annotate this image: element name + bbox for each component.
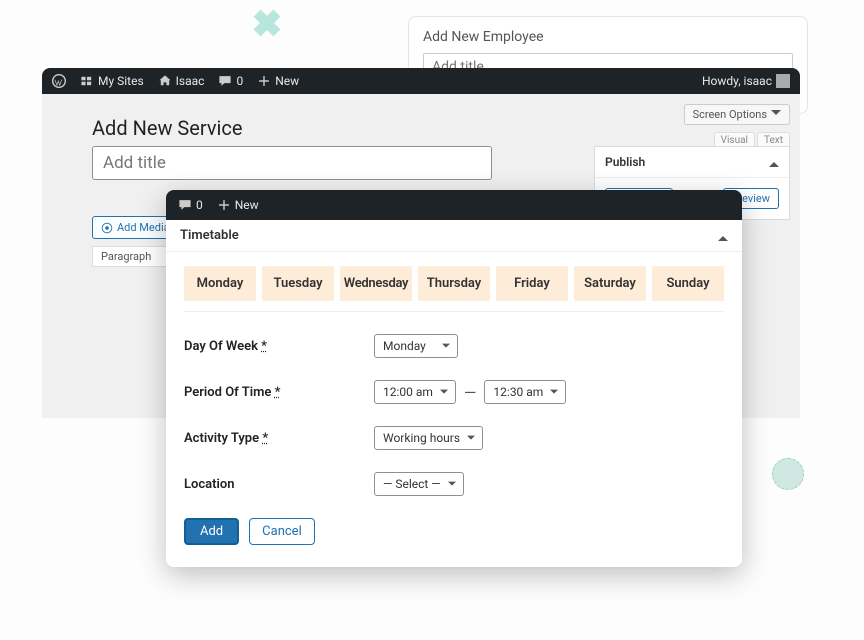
screen-options-label: Screen Options — [693, 108, 767, 121]
tt-comments-count: 0 — [196, 198, 203, 212]
screen-options-button[interactable]: Screen Options — [684, 104, 790, 125]
decorative-cross-icon — [252, 8, 282, 38]
day-of-week-select[interactable]: Monday — [374, 334, 458, 358]
location-label: Location — [184, 477, 374, 492]
publish-heading: Publish — [605, 155, 645, 169]
wp-logo-icon[interactable] — [52, 74, 66, 88]
cancel-button[interactable]: Cancel — [249, 518, 315, 545]
tab-tuesday[interactable]: Tuesday — [262, 266, 334, 301]
avatar-icon — [776, 74, 790, 88]
add-button[interactable]: Add — [184, 518, 239, 545]
tab-wednesday[interactable]: Wednesday — [340, 266, 412, 301]
timetable-heading: Timetable — [180, 228, 239, 243]
timetable-modal: 0 New Timetable Monday Tuesday Wednesday… — [166, 190, 742, 567]
time-from-select[interactable]: 12:00 am — [374, 380, 456, 404]
tt-comments-link[interactable]: 0 — [178, 198, 203, 212]
my-sites-link[interactable]: My Sites — [80, 74, 144, 88]
activity-select[interactable]: Working hours — [374, 426, 483, 450]
tt-new-link[interactable]: New — [217, 198, 259, 212]
location-select[interactable]: — Select — — [374, 472, 464, 496]
tab-thursday[interactable]: Thursday — [418, 266, 490, 301]
site-name-label: Isaac — [176, 74, 205, 88]
my-sites-label: My Sites — [98, 74, 144, 88]
day-of-week-label: Day Of Week * — [184, 339, 374, 354]
tab-saturday[interactable]: Saturday — [574, 266, 646, 301]
wp-adminbar: My Sites Isaac 0 New Howdy, isaac — [42, 68, 800, 94]
tt-new-label: New — [235, 198, 259, 212]
timetable-collapse-icon[interactable] — [718, 231, 728, 241]
comments-link[interactable]: 0 — [218, 74, 243, 88]
howdy-label: Howdy, isaac — [702, 74, 772, 88]
collapse-icon[interactable] — [769, 157, 779, 167]
service-title-placeholder: Add title — [103, 153, 166, 173]
howdy-user[interactable]: Howdy, isaac — [702, 74, 790, 88]
time-dash: — — [464, 383, 477, 402]
decorative-dot-icon — [772, 458, 804, 490]
new-link[interactable]: New — [257, 74, 299, 88]
paragraph-select[interactable]: Paragraph — [92, 246, 172, 267]
tab-sunday[interactable]: Sunday — [652, 266, 724, 301]
media-plus-icon — [101, 222, 113, 234]
period-label: Period Of Time * — [184, 385, 374, 400]
activity-label: Activity Type * — [184, 431, 374, 446]
chevron-down-icon — [771, 110, 781, 120]
site-link[interactable]: Isaac — [158, 74, 205, 88]
paragraph-label: Paragraph — [101, 250, 151, 263]
time-to-select[interactable]: 12:30 am — [484, 380, 566, 404]
comments-count: 0 — [236, 74, 243, 88]
timetable-adminbar: 0 New — [166, 190, 742, 220]
page-title: Add New Service — [92, 116, 243, 140]
new-label: New — [275, 74, 299, 88]
add-media-label: Add Media — [117, 221, 170, 234]
service-title-input[interactable]: Add title — [92, 146, 492, 180]
tab-monday[interactable]: Monday — [184, 266, 256, 301]
tab-friday[interactable]: Friday — [496, 266, 568, 301]
day-tabs: Monday Tuesday Wednesday Thursday Friday… — [184, 266, 724, 312]
add-employee-heading: Add New Employee — [423, 29, 793, 45]
